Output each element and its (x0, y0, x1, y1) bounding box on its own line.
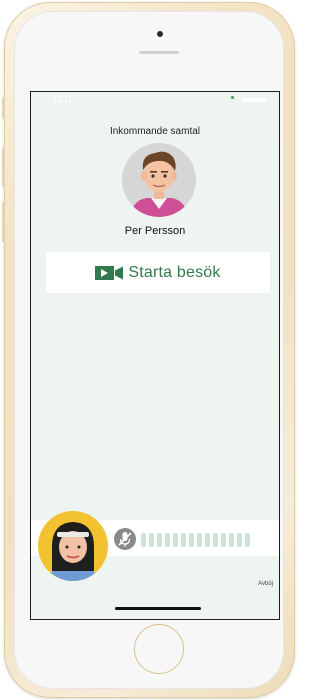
caller-avatar (122, 143, 196, 217)
decline-button[interactable]: Avböj (258, 581, 273, 587)
home-indicator (115, 607, 201, 610)
audio-level-bar (157, 533, 162, 547)
earpiece-speaker (139, 51, 179, 54)
caller-name: Per Persson (124, 225, 186, 237)
audio-level-bar (237, 533, 242, 547)
battery-icon (241, 98, 267, 102)
phone-screen: 12:11 Inkommande samtal Per Persson Star… (30, 91, 280, 620)
status-time: 12:11 (53, 95, 73, 104)
microphone-muted-icon[interactable] (114, 528, 136, 550)
start-visit-button[interactable]: Starta besök (46, 252, 270, 293)
video-camera-icon (95, 265, 124, 280)
status-dot-icon (231, 96, 234, 99)
audio-level-bar (149, 533, 154, 547)
audio-level-bar (197, 533, 202, 547)
front-camera (157, 31, 163, 37)
audio-level-bar (181, 533, 186, 547)
home-button[interactable] (134, 624, 184, 674)
start-visit-label: Starta besök (128, 263, 221, 281)
audio-level-bar (173, 533, 178, 547)
audio-level-bar (213, 533, 218, 547)
mute-switch (2, 97, 5, 119)
audio-level-bar (141, 533, 146, 547)
audio-level-bar (229, 533, 234, 547)
audio-level-bar (189, 533, 194, 547)
volume-up-button (2, 147, 5, 187)
audio-level-bar (165, 533, 170, 547)
audio-level-bar (205, 533, 210, 547)
volume-down-button (2, 202, 5, 242)
self-avatar (38, 511, 108, 581)
audio-level-bar (221, 533, 226, 547)
audio-level-bar (245, 533, 250, 547)
status-bar: 12:11 (31, 92, 279, 108)
audio-level-meter (141, 533, 250, 547)
incoming-call-label: Inkommande samtal (109, 126, 201, 137)
